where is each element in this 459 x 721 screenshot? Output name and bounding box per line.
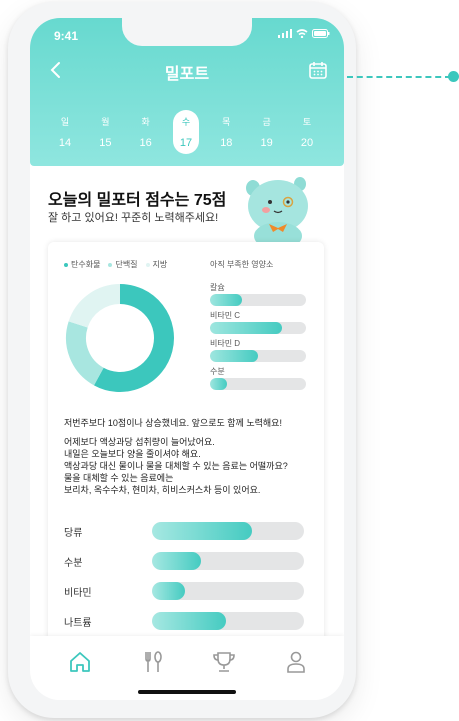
legend-item: 단백질 <box>108 259 138 270</box>
day-tue[interactable]: 화 16 <box>133 110 159 154</box>
day-date: 17 <box>179 137 193 150</box>
score-title: 오늘의 밀포터 점수는 75점 <box>48 192 227 209</box>
metric-track <box>152 612 304 630</box>
day-date: 20 <box>300 137 314 150</box>
week-strip: 일 14 월 15 화 16 수 17 목 18 금 19 토 20 <box>52 110 320 154</box>
advice-line: 액상과당 대신 물이나 물을 대체할 수 있는 음료는 어떨까요? <box>64 461 288 471</box>
day-name: 월 <box>101 116 110 127</box>
day-date: 14 <box>58 137 72 150</box>
nutrient-track <box>210 294 306 306</box>
nutrient-track <box>210 378 306 390</box>
legend-dot <box>108 262 113 267</box>
advice-line: 어제보다 액상과당 섭취량이 늘어났어요. <box>64 437 215 447</box>
day-wed-selected[interactable]: 수 17 <box>172 110 199 154</box>
status-icons <box>278 29 330 38</box>
day-sun[interactable]: 일 14 <box>52 110 78 154</box>
advice-message: 어제보다 액상과당 섭취량이 늘어났어요. 내일은 오늘보다 양을 줄이셔야 해… <box>64 436 288 496</box>
metric-track <box>152 552 304 570</box>
annotation-connector <box>347 76 451 78</box>
legend-item: 탄수화물 <box>64 259 100 270</box>
day-date: 18 <box>220 137 233 150</box>
nutrient-fill <box>210 322 282 334</box>
day-name: 토 <box>302 116 312 127</box>
nutrient-label: 수분 <box>210 367 225 376</box>
day-name: 목 <box>222 116 231 127</box>
lacking-title: 아직 부족한 영양소 <box>210 260 274 269</box>
metric-label: 수분 <box>64 558 83 569</box>
metric-fill <box>152 552 201 570</box>
score-subtitle: 잘 하고 있어요! 꾸준히 노력해주세요! <box>48 212 219 224</box>
title-bar: 밀포트 <box>30 58 344 84</box>
status-time: 9:41 <box>54 29 79 43</box>
metric-track <box>152 522 304 540</box>
legend-label: 탄수화물 <box>71 260 101 269</box>
day-thu[interactable]: 목 18 <box>213 110 239 154</box>
donut-segment-2 <box>66 321 105 386</box>
day-name: 수 <box>181 116 191 127</box>
legend-label: 지방 <box>152 260 168 269</box>
home-icon[interactable] <box>68 650 92 674</box>
nutrient-label: 칼슘 <box>210 283 225 292</box>
battery-icon <box>312 29 330 38</box>
macro-donut-chart <box>66 284 174 392</box>
metric-label: 당류 <box>64 528 83 539</box>
donut-segment-1 <box>94 284 174 392</box>
metric-track <box>152 582 304 600</box>
person-icon[interactable] <box>284 650 308 674</box>
nutrient-vitamin-d: 비타민 D <box>210 338 306 362</box>
legend-label: 단백질 <box>115 260 138 269</box>
day-date: 16 <box>139 137 152 150</box>
calendar-icon[interactable] <box>308 60 328 80</box>
metric-label: 나트륨 <box>64 618 92 629</box>
nutrient-fill <box>210 350 258 362</box>
page-title: 밀포트 <box>164 66 210 83</box>
metric-sodium: 나트륨 <box>64 612 310 630</box>
signal-icon <box>278 29 292 38</box>
header: 9:41 밀포트 일 14 월 15 화 16 수 17 목 18 금 19 토 20 <box>30 18 344 166</box>
day-date: 19 <box>260 137 273 150</box>
nutrient-label: 비타민 D <box>210 339 241 348</box>
day-date: 15 <box>99 137 112 150</box>
app-screen: 9:41 밀포트 일 14 월 15 화 16 수 17 목 18 금 19 토 20 <box>30 18 344 700</box>
advice-line: 보리차, 옥수수차, 현미차, 히비스커스차 등이 있어요. <box>64 485 261 495</box>
metric-fill <box>152 522 253 540</box>
metric-fill <box>152 612 227 630</box>
phone-frame: 9:41 밀포트 일 14 월 15 화 16 수 17 목 18 금 19 토 20 <box>8 2 356 718</box>
day-sat[interactable]: 토 20 <box>294 110 320 154</box>
day-fri[interactable]: 금 19 <box>254 110 280 154</box>
legend-item: 지방 <box>145 259 168 270</box>
metric-label: 비타민 <box>64 588 92 599</box>
nutrient-track <box>210 350 306 362</box>
donut-segment-3 <box>68 284 121 328</box>
legend-dot <box>64 262 68 267</box>
advice-line: 내일은 오늘보다 양을 줄이셔야 해요. <box>64 449 201 459</box>
day-name: 화 <box>141 116 150 127</box>
day-mon[interactable]: 월 15 <box>92 110 118 154</box>
day-name: 일 <box>60 116 70 127</box>
nutrient-fill <box>210 378 228 390</box>
advice-line: 물을 대체할 수 있는 음료에는 <box>64 473 174 483</box>
nutrient-track <box>210 322 306 334</box>
nutrient-fill <box>210 294 242 306</box>
wifi-icon <box>296 29 308 38</box>
trophy-icon[interactable] <box>212 650 236 674</box>
home-indicator <box>138 690 236 694</box>
mascot-icon <box>246 177 308 248</box>
nutrition-card: 탄수화물 단백질 지방 아직 부족한 영양소 칼슘 비타민 C 비타민 D 수분 <box>48 242 324 700</box>
fork-spoon-icon[interactable] <box>141 650 165 674</box>
nutrient-vitamin-c: 비타민 C <box>210 310 306 334</box>
annotation-dot <box>448 71 459 82</box>
summary-message: 저번주보다 10점이나 상승했네요. 앞으로도 함께 노력해요! <box>64 418 282 428</box>
nutrient-calcium: 칼슘 <box>210 282 306 306</box>
notch <box>122 18 252 46</box>
macro-legend: 탄수화물 단백질 지방 <box>64 259 167 270</box>
metric-fill <box>152 582 186 600</box>
legend-dot <box>145 262 150 267</box>
metric-vitamin: 비타민 <box>64 582 310 600</box>
metric-water: 수분 <box>64 552 310 570</box>
metric-sugar: 당류 <box>64 522 310 540</box>
day-name: 금 <box>262 116 271 127</box>
nutrient-label: 비타민 C <box>210 311 241 320</box>
nutrient-water: 수분 <box>210 366 306 390</box>
